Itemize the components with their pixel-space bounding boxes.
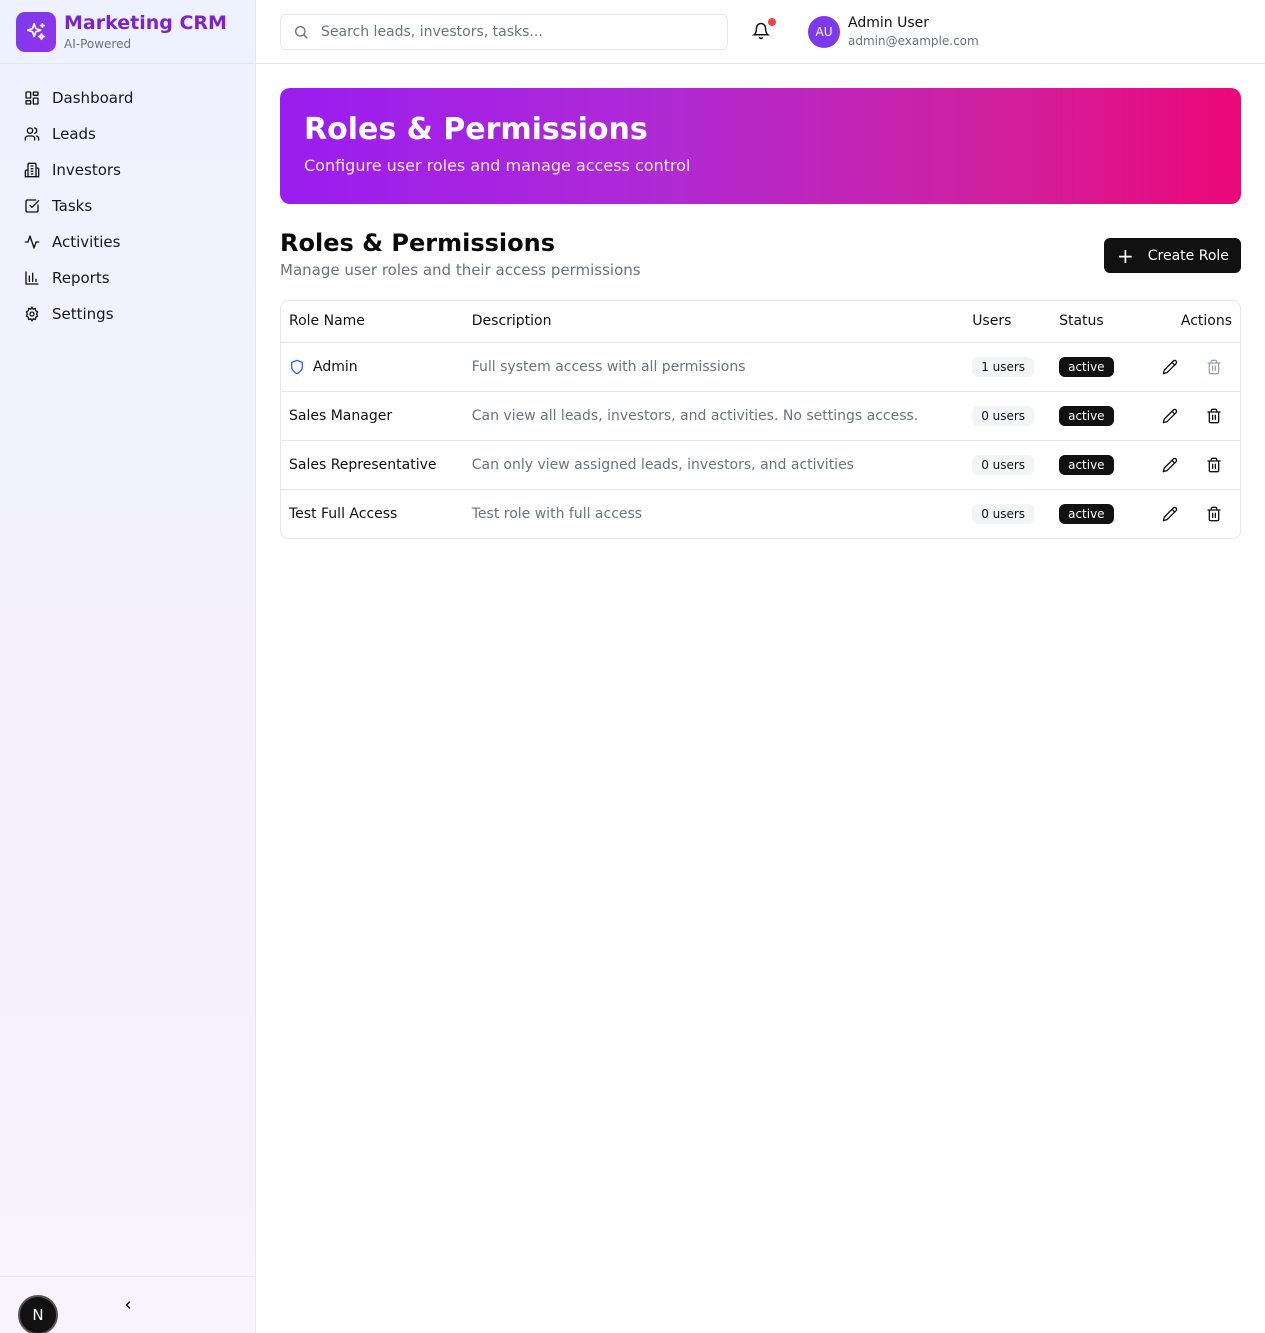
- sidebar-item-investors[interactable]: Investors: [16, 152, 255, 188]
- users-count-badge: 1 users: [972, 356, 1035, 377]
- banner-title: Roles & Permissions: [304, 112, 648, 147]
- role-name: Sales Manager: [281, 391, 464, 441]
- column-header-role-name: Role Name: [281, 301, 464, 343]
- sidebar-item-label: Settings: [52, 305, 114, 323]
- sidebar-item-label: Activities: [52, 233, 121, 251]
- notification-dot: [768, 18, 776, 26]
- activity-icon: [24, 235, 40, 249]
- table-row: Sales Manager Can view all leads, invest…: [281, 391, 1240, 441]
- column-header-status: Status: [1051, 301, 1145, 343]
- check-square-icon: [25, 199, 40, 213]
- brand-subtitle: AI-Powered: [64, 36, 132, 51]
- bar-chart-icon: [25, 271, 39, 285]
- table-row: Sales Representative Can only view assig…: [281, 440, 1240, 490]
- trash-icon[interactable]: [1206, 457, 1222, 473]
- bell-icon[interactable]: [752, 22, 770, 40]
- table-row: Admin Full system access with all permis…: [281, 342, 1240, 392]
- page-banner: Roles & Permissions Configure user roles…: [280, 88, 1241, 204]
- status-badge: active: [1059, 503, 1114, 524]
- brand-title: Marketing CRM: [64, 11, 227, 34]
- sidebar-item-label: Dashboard: [52, 89, 134, 107]
- chevron-left-icon[interactable]: [118, 1295, 138, 1315]
- search-icon: [295, 26, 308, 39]
- edit-icon[interactable]: [1162, 408, 1178, 424]
- trash-icon[interactable]: [1206, 506, 1222, 522]
- sidebar-item-label: Investors: [52, 161, 121, 179]
- user-email: admin@example.com: [848, 34, 979, 48]
- role-description: Test role with full access: [471, 505, 643, 522]
- role-description: Full system access with all permissions: [463, 342, 965, 392]
- user-name: Admin User: [848, 15, 929, 31]
- search-input[interactable]: [321, 24, 711, 40]
- create-role-label: Create Role: [1147, 247, 1229, 264]
- sidebar-item-label: Leads: [52, 125, 96, 143]
- users-count-badge: 0 users: [972, 405, 1035, 426]
- top-header: AU Admin User admin@example.com: [256, 0, 1265, 64]
- sparkles-icon: [16, 11, 56, 52]
- sidebar-item-leads[interactable]: Leads: [16, 116, 255, 152]
- sidebar-item-dashboard[interactable]: Dashboard: [16, 80, 255, 116]
- banner-subtitle: Configure user roles and manage access c…: [304, 156, 691, 175]
- roles-table: Role Name Description Users Status Actio…: [280, 300, 1241, 539]
- shield-icon: [291, 359, 303, 374]
- trash-icon[interactable]: [1206, 408, 1222, 424]
- sidebar-item-label: Reports: [52, 269, 110, 287]
- users-count-badge: 0 users: [972, 503, 1035, 524]
- role-name: Test Full Access: [289, 505, 398, 522]
- plus-icon: +: [1117, 243, 1134, 268]
- sidebar-item-activities[interactable]: Activities: [16, 224, 255, 260]
- sidebar-item-reports[interactable]: Reports: [16, 260, 255, 296]
- role-description: Can only view assigned leads, investors,…: [463, 440, 965, 490]
- section-subtitle: Manage user roles and their access permi…: [280, 261, 641, 279]
- search-box: [280, 14, 728, 50]
- role-name: Admin: [313, 358, 358, 375]
- table-row: Test Full Access Test role with full acc…: [281, 489, 1240, 538]
- sidebar-item-settings[interactable]: Settings: [16, 296, 255, 332]
- table-header-row: Role Name Description Users Status Actio…: [281, 301, 1240, 343]
- building-icon: [24, 162, 40, 178]
- users-icon: [24, 127, 40, 141]
- avatar[interactable]: AU: [808, 16, 840, 48]
- sidebar-nav: Dashboard Leads Investors Tasks Activiti…: [0, 64, 255, 332]
- edit-icon[interactable]: [1162, 457, 1178, 473]
- trash-icon: [1207, 359, 1221, 374]
- section-title: Roles & Permissions: [280, 229, 555, 257]
- column-header-users: Users: [964, 301, 1052, 343]
- role-name: Sales Representative: [281, 440, 464, 490]
- edit-icon[interactable]: [1162, 359, 1178, 375]
- role-description: Can view all leads, investors, and activ…: [463, 391, 965, 441]
- status-badge: active: [1059, 356, 1114, 377]
- sidebar: Marketing CRM AI-Powered Dashboard Leads…: [0, 0, 256, 1333]
- users-count-badge: 0 users: [972, 454, 1035, 475]
- layout-grid-icon: [25, 91, 39, 105]
- create-role-button[interactable]: + Create Role: [1104, 238, 1241, 273]
- column-header-actions: Actions: [1145, 301, 1240, 343]
- status-badge: active: [1059, 454, 1114, 475]
- status-badge: active: [1059, 405, 1114, 426]
- sidebar-item-tasks[interactable]: Tasks: [16, 188, 255, 224]
- column-header-description: Description: [463, 301, 965, 343]
- brand[interactable]: Marketing CRM AI-Powered: [0, 0, 255, 64]
- sidebar-footer: N: [0, 1276, 255, 1333]
- n-badge[interactable]: N: [18, 1295, 58, 1333]
- edit-icon[interactable]: [1162, 506, 1178, 522]
- sidebar-item-label: Tasks: [52, 197, 93, 215]
- gear-icon: [25, 306, 39, 322]
